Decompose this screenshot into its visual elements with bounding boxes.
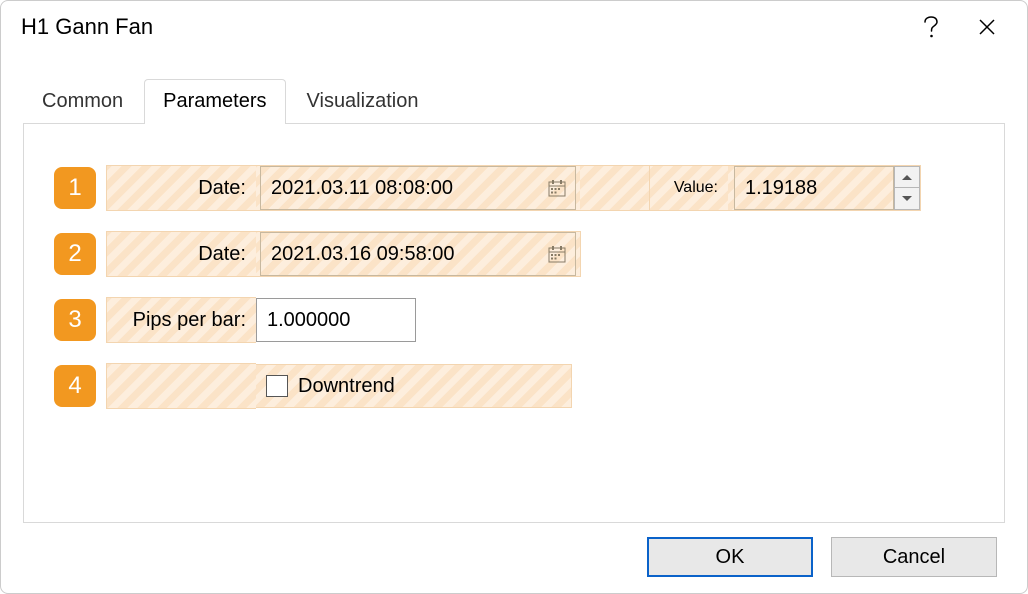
downtrend-spacer (106, 363, 256, 409)
titlebar: H1 Gann Fan (1, 1, 1027, 53)
date-value: 2021.03.16 09:58:00 (271, 243, 455, 266)
row-badge: 4 (54, 365, 96, 407)
pips-value: 1.000000 (267, 309, 350, 332)
date-input-1[interactable]: 2021.03.11 08:08:00 (260, 166, 576, 210)
spacer (580, 165, 650, 211)
chevron-down-icon (902, 196, 912, 201)
cancel-button[interactable]: Cancel (831, 537, 997, 577)
date-label: Date: (106, 231, 256, 277)
close-button[interactable] (959, 5, 1015, 49)
row-badge: 2 (54, 233, 96, 275)
date-label: Date: (106, 165, 256, 211)
dialog-button-bar: OK Cancel (23, 523, 1005, 579)
param-row-3: 3 Pips per bar: 1.000000 (54, 296, 974, 344)
value-text: 1.19188 (745, 177, 817, 200)
date-value: 2021.03.11 08:08:00 (271, 177, 453, 200)
calendar-icon[interactable] (547, 244, 567, 264)
client-area: Common Parameters Visualization 1 Date: … (1, 53, 1027, 593)
dialog-window: H1 Gann Fan Common Parameters Visualizat… (0, 0, 1028, 594)
help-icon (924, 16, 938, 38)
downtrend-checkbox[interactable] (266, 375, 288, 397)
tab-parameters[interactable]: Parameters (144, 79, 285, 124)
window-title: H1 Gann Fan (21, 14, 903, 40)
calendar-icon[interactable] (547, 178, 567, 198)
help-button[interactable] (903, 5, 959, 49)
tab-visualization[interactable]: Visualization (288, 79, 438, 123)
tab-panel-parameters: 1 Date: 2021.03.11 08:08:00 (23, 123, 1005, 523)
value-label: Value: (650, 165, 728, 211)
row-badge: 1 (54, 167, 96, 209)
downtrend-cell: Downtrend (256, 364, 572, 408)
param-row-1: 1 Date: 2021.03.11 08:08:00 (54, 164, 974, 212)
tab-strip: Common Parameters Visualization (23, 77, 1005, 123)
downtrend-label: Downtrend (298, 375, 395, 398)
close-icon (978, 18, 996, 36)
spin-up-button[interactable] (894, 166, 920, 188)
spin-down-button[interactable] (894, 188, 920, 210)
tab-common[interactable]: Common (23, 79, 142, 123)
pips-label: Pips per bar: (106, 297, 256, 343)
value-input[interactable]: 1.19188 (734, 166, 894, 210)
date-input-2[interactable]: 2021.03.16 09:58:00 (260, 232, 576, 276)
param-row-4: 4 Downtrend (54, 362, 974, 410)
row-badge: 3 (54, 299, 96, 341)
ok-button[interactable]: OK (647, 537, 813, 577)
param-row-2: 2 Date: 2021.03.16 09:58:00 (54, 230, 974, 278)
value-spinbox (894, 166, 920, 210)
chevron-up-icon (902, 175, 912, 180)
pips-input[interactable]: 1.000000 (256, 298, 416, 342)
